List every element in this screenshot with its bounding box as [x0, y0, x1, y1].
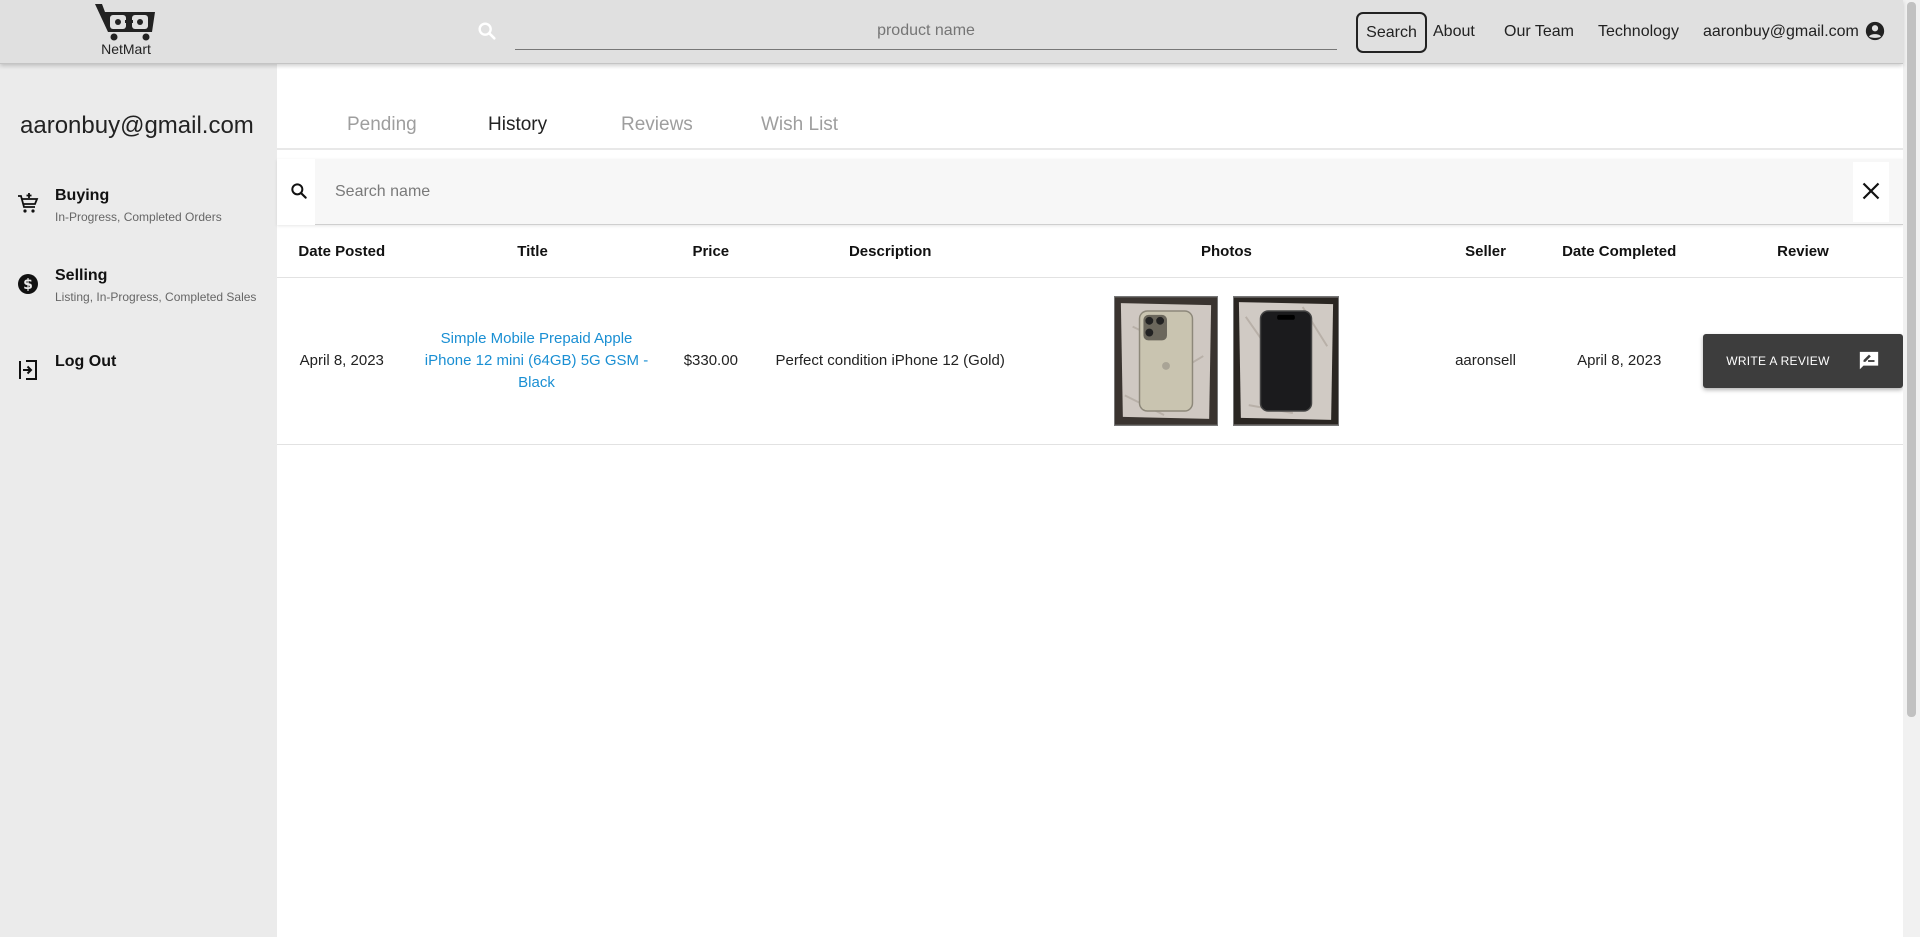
seller-cell: aaronsell [1435, 277, 1536, 445]
column-header[interactable]: Price [658, 226, 764, 278]
top-navbar: NetMart Search About Our Team Technology… [0, 0, 1903, 64]
sidebar-item-sub: In-Progress, Completed Orders [55, 210, 222, 224]
phone-back-photo[interactable] [1114, 295, 1219, 426]
phone-front-photo[interactable] [1232, 295, 1339, 426]
column-header[interactable]: Title [406, 226, 659, 278]
search-button[interactable]: Search [1356, 12, 1427, 53]
sidebar: aaronbuy@gmail.com Buying In-Progress, C… [0, 64, 277, 937]
page-scrollbar[interactable] [1903, 0, 1920, 937]
dollar-circle-icon: $ [18, 274, 38, 294]
history-table: Date Posted Title Price Description Phot… [277, 226, 1903, 445]
sidebar-item-label: Log Out [55, 353, 117, 370]
column-header[interactable]: Date Completed [1535, 226, 1703, 278]
tab-pending[interactable]: Pending [347, 114, 417, 136]
column-header[interactable]: Seller [1435, 226, 1536, 278]
nav-account-email[interactable]: aaronbuy@gmail.com [1703, 22, 1859, 42]
svg-text:$: $ [23, 277, 33, 293]
product-title-link[interactable]: Simple Mobile Prepaid Apple iPhone 12 mi… [424, 328, 649, 394]
tab-reviews[interactable]: Reviews [621, 114, 693, 136]
search-icon[interactable] [289, 181, 309, 201]
column-header[interactable]: Description [763, 226, 1018, 278]
table-search-input[interactable] [335, 173, 1735, 211]
scrollbar-thumb[interactable] [1907, 2, 1916, 717]
product-search-input[interactable] [515, 12, 1337, 49]
search-icon[interactable] [476, 20, 498, 42]
cart-add-icon [18, 193, 39, 213]
column-header[interactable]: Review [1702, 226, 1903, 278]
nav-about-link[interactable]: About [1433, 22, 1475, 42]
column-header[interactable]: Photos [1017, 226, 1436, 278]
title-cell: Simple Mobile Prepaid Apple iPhone 12 mi… [406, 277, 659, 445]
sidebar-item-buying[interactable]: Buying In-Progress, Completed Orders [0, 184, 277, 234]
tab-wish-list[interactable]: Wish List [761, 114, 838, 136]
sidebar-item-sub: Listing, In-Progress, Completed Sales [55, 290, 257, 304]
cart-logo-icon [95, 4, 155, 41]
sidebar-user-email: aaronbuy@gmail.com [20, 112, 254, 139]
description-cell: Perfect condition iPhone 12 (Gold) [763, 277, 1018, 445]
sidebar-item-label: Selling [55, 267, 108, 284]
table-search-bar [277, 159, 1903, 225]
table-header-row: Date Posted Title Price Description Phot… [277, 226, 1903, 278]
sidebar-item-logout[interactable]: Log Out [0, 350, 277, 400]
close-icon[interactable] [1861, 181, 1881, 201]
date-posted-cell: April 8, 2023 [277, 277, 407, 445]
sidebar-item-label: Buying [55, 187, 110, 204]
logout-icon [19, 360, 37, 380]
account-circle-icon[interactable] [1864, 20, 1886, 42]
order-tabs: Pending History Reviews Wish List [277, 64, 1903, 150]
review-cell: Write a review [1702, 277, 1903, 445]
price-cell: $330.00 [658, 277, 764, 445]
tab-history[interactable]: History [488, 114, 547, 136]
netmart-logo[interactable]: NetMart [92, 2, 160, 60]
sidebar-item-selling[interactable]: $ Selling Listing, In-Progress, Complete… [0, 264, 277, 314]
table-search-icon-wrap [277, 159, 315, 225]
logo-text: NetMart [101, 41, 151, 57]
photos-cell [1017, 277, 1436, 445]
clear-search-wrap [1853, 162, 1889, 222]
date-completed-cell: April 8, 2023 [1535, 277, 1703, 445]
column-header[interactable]: Date Posted [277, 226, 407, 278]
rate-review-icon [1859, 351, 1878, 369]
table-row: April 8, 2023 Simple Mobile Prepaid Appl… [277, 277, 1903, 445]
write-review-button[interactable]: Write a review [1702, 333, 1903, 388]
nav-technology-link[interactable]: Technology [1598, 22, 1679, 42]
product-search-field [515, 12, 1337, 50]
write-review-label: Write a review [1726, 353, 1830, 368]
nav-our-team-link[interactable]: Our Team [1504, 22, 1574, 42]
